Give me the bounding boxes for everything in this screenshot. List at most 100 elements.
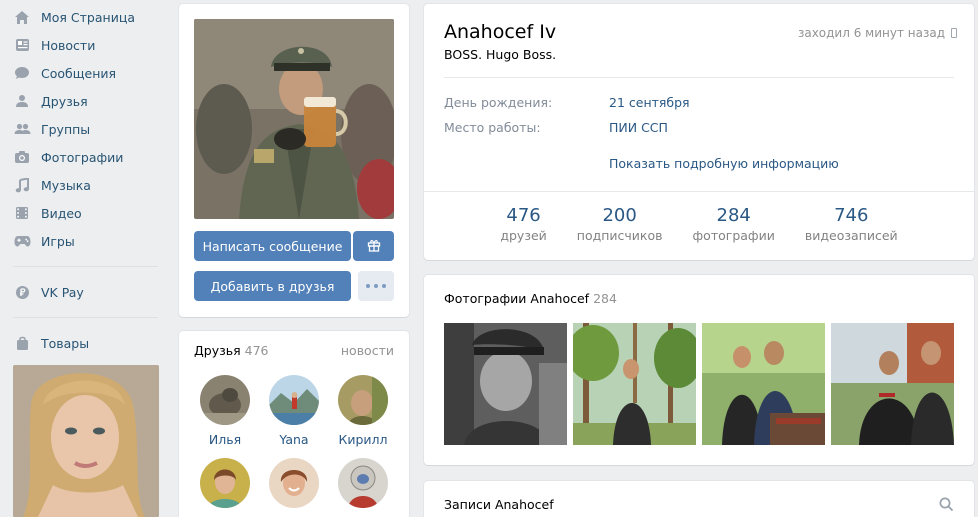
friend-name: Yana bbox=[279, 432, 309, 447]
counter-label: фотографии bbox=[692, 228, 775, 243]
nav-item-news[interactable]: Новости bbox=[0, 31, 160, 59]
counter-followers[interactable]: 200 подписчиков bbox=[577, 205, 663, 243]
news-icon bbox=[13, 36, 31, 54]
friend-item[interactable] bbox=[332, 458, 394, 515]
friend-avatar bbox=[269, 375, 319, 425]
friend-item[interactable]: Илья bbox=[194, 375, 256, 447]
nav-label: VK Pay bbox=[41, 284, 84, 300]
profile-info-card: Anahocef Iv BOSS. Hugo Boss. заходил 6 м… bbox=[424, 4, 974, 260]
nav-label: Музыка bbox=[41, 177, 91, 193]
counter-videos[interactable]: 746 видеозаписей bbox=[805, 205, 898, 243]
friend-item[interactable] bbox=[194, 458, 256, 515]
counter-value: 284 bbox=[716, 205, 751, 226]
nav-label: Фотографии bbox=[41, 149, 124, 165]
vkpay-icon bbox=[13, 283, 31, 301]
nav-label: Видео bbox=[41, 205, 82, 221]
counter-value: 200 bbox=[602, 205, 637, 226]
friend-avatar bbox=[269, 458, 319, 508]
nav-label: Друзья bbox=[41, 93, 88, 109]
gamepad-icon bbox=[13, 232, 31, 250]
divider bbox=[424, 191, 974, 192]
search-icon[interactable] bbox=[939, 497, 954, 516]
more-dot bbox=[374, 284, 378, 288]
photos-header[interactable]: Фотографии Anahocef 284 bbox=[444, 291, 617, 306]
nav-label: Новости bbox=[41, 37, 96, 53]
nav-item-friends[interactable]: Друзья bbox=[0, 87, 160, 115]
friends-count: 476 bbox=[244, 343, 269, 358]
counter-friends[interactable]: 476 друзей bbox=[500, 205, 546, 243]
more-actions-button[interactable] bbox=[358, 271, 394, 301]
counter-value: 746 bbox=[834, 205, 869, 226]
friend-name: Кирилл bbox=[338, 432, 388, 447]
friends-header: Друзья 476 новости bbox=[194, 343, 394, 358]
avatar-card: Написать сообщение Добавить в друзья bbox=[179, 4, 409, 317]
nav-item-photos[interactable]: Фотографии bbox=[0, 143, 160, 171]
birthday-label: День рождения: bbox=[444, 95, 553, 110]
nav-label: Моя Страница bbox=[41, 9, 135, 25]
nav-divider bbox=[13, 266, 158, 267]
groups-icon bbox=[13, 120, 31, 138]
wall-title[interactable]: Записи Anahocef bbox=[444, 497, 554, 512]
friend-avatar bbox=[200, 375, 250, 425]
music-icon bbox=[13, 176, 31, 194]
add-friend-button[interactable]: Добавить в друзья bbox=[194, 271, 351, 301]
left-nav: Моя Страница Новости Сообщения Друзья Гр… bbox=[0, 0, 160, 357]
mobile-icon bbox=[951, 28, 957, 38]
friends-title-text: Друзья bbox=[194, 343, 241, 358]
photo-thumbnail[interactable] bbox=[444, 323, 567, 445]
friends-updates-link[interactable]: новости bbox=[341, 343, 394, 358]
photo-thumbnail[interactable] bbox=[702, 323, 825, 445]
nav-label: Группы bbox=[41, 121, 91, 137]
photos-title: Фотографии Anahocef bbox=[444, 291, 590, 306]
friend-avatar bbox=[200, 458, 250, 508]
photo-thumbnail[interactable] bbox=[573, 323, 696, 445]
nav-item-messages[interactable]: Сообщения bbox=[0, 59, 160, 87]
user-icon bbox=[13, 92, 31, 110]
photos-card: Фотографии Anahocef 284 bbox=[424, 275, 974, 465]
more-dot bbox=[382, 284, 386, 288]
divider bbox=[444, 77, 954, 78]
ad-banner-image[interactable] bbox=[13, 365, 159, 517]
home-icon bbox=[13, 8, 31, 26]
more-dots-icon bbox=[366, 284, 370, 288]
photo-thumbnail[interactable] bbox=[831, 323, 954, 445]
counter-label: подписчиков bbox=[576, 228, 663, 243]
nav-divider bbox=[13, 317, 158, 318]
photos-count: 284 bbox=[593, 291, 617, 306]
last-seen-text: заходил 6 минут назад bbox=[797, 26, 945, 40]
nav-label: Сообщения bbox=[41, 65, 117, 81]
wall-card: Записи Anahocef bbox=[424, 481, 974, 517]
counter-value: 476 bbox=[506, 205, 541, 226]
camera-icon bbox=[13, 148, 31, 166]
shopping-bag-icon bbox=[13, 334, 31, 352]
profile-counters: 476 друзей 200 подписчиков 284 фотографи… bbox=[424, 205, 974, 243]
nav-item-my-page[interactable]: Моя Страница bbox=[0, 3, 160, 31]
friend-avatar bbox=[338, 375, 388, 425]
profile-avatar[interactable] bbox=[194, 19, 394, 219]
work-label: Место работы: bbox=[444, 120, 541, 135]
nav-item-groups[interactable]: Группы bbox=[0, 115, 160, 143]
nav-item-music[interactable]: Музыка bbox=[0, 171, 160, 199]
nav-item-video[interactable]: Видео bbox=[0, 199, 160, 227]
nav-item-vkpay[interactable]: VK Pay bbox=[0, 278, 160, 306]
friend-item[interactable]: Кирилл bbox=[332, 375, 394, 447]
friend-item[interactable]: Yana bbox=[263, 375, 325, 447]
messages-icon bbox=[13, 64, 31, 82]
counter-photos[interactable]: 284 фотографии bbox=[693, 205, 775, 243]
video-icon bbox=[13, 204, 31, 222]
counter-label: видеозаписей bbox=[804, 228, 898, 243]
birthday-value[interactable]: 21 сентября bbox=[609, 95, 690, 110]
gift-icon bbox=[367, 238, 381, 255]
friends-title[interactable]: Друзья 476 bbox=[194, 343, 269, 358]
send-message-button[interactable]: Написать сообщение bbox=[194, 231, 351, 261]
profile-status[interactable]: BOSS. Hugo Boss. bbox=[444, 47, 556, 62]
last-seen: заходил 6 минут назад bbox=[798, 26, 957, 40]
send-gift-button[interactable] bbox=[353, 231, 394, 261]
nav-item-games[interactable]: Игры bbox=[0, 227, 160, 255]
nav-item-goods[interactable]: Товары bbox=[0, 329, 160, 357]
work-value[interactable]: ПИИ ССП bbox=[609, 120, 668, 135]
show-details-link[interactable]: Показать подробную информацию bbox=[609, 156, 839, 171]
nav-label: Игры bbox=[41, 233, 75, 249]
friends-card: Друзья 476 новости Илья Yana Кирилл bbox=[179, 331, 409, 517]
friend-item[interactable] bbox=[263, 458, 325, 515]
